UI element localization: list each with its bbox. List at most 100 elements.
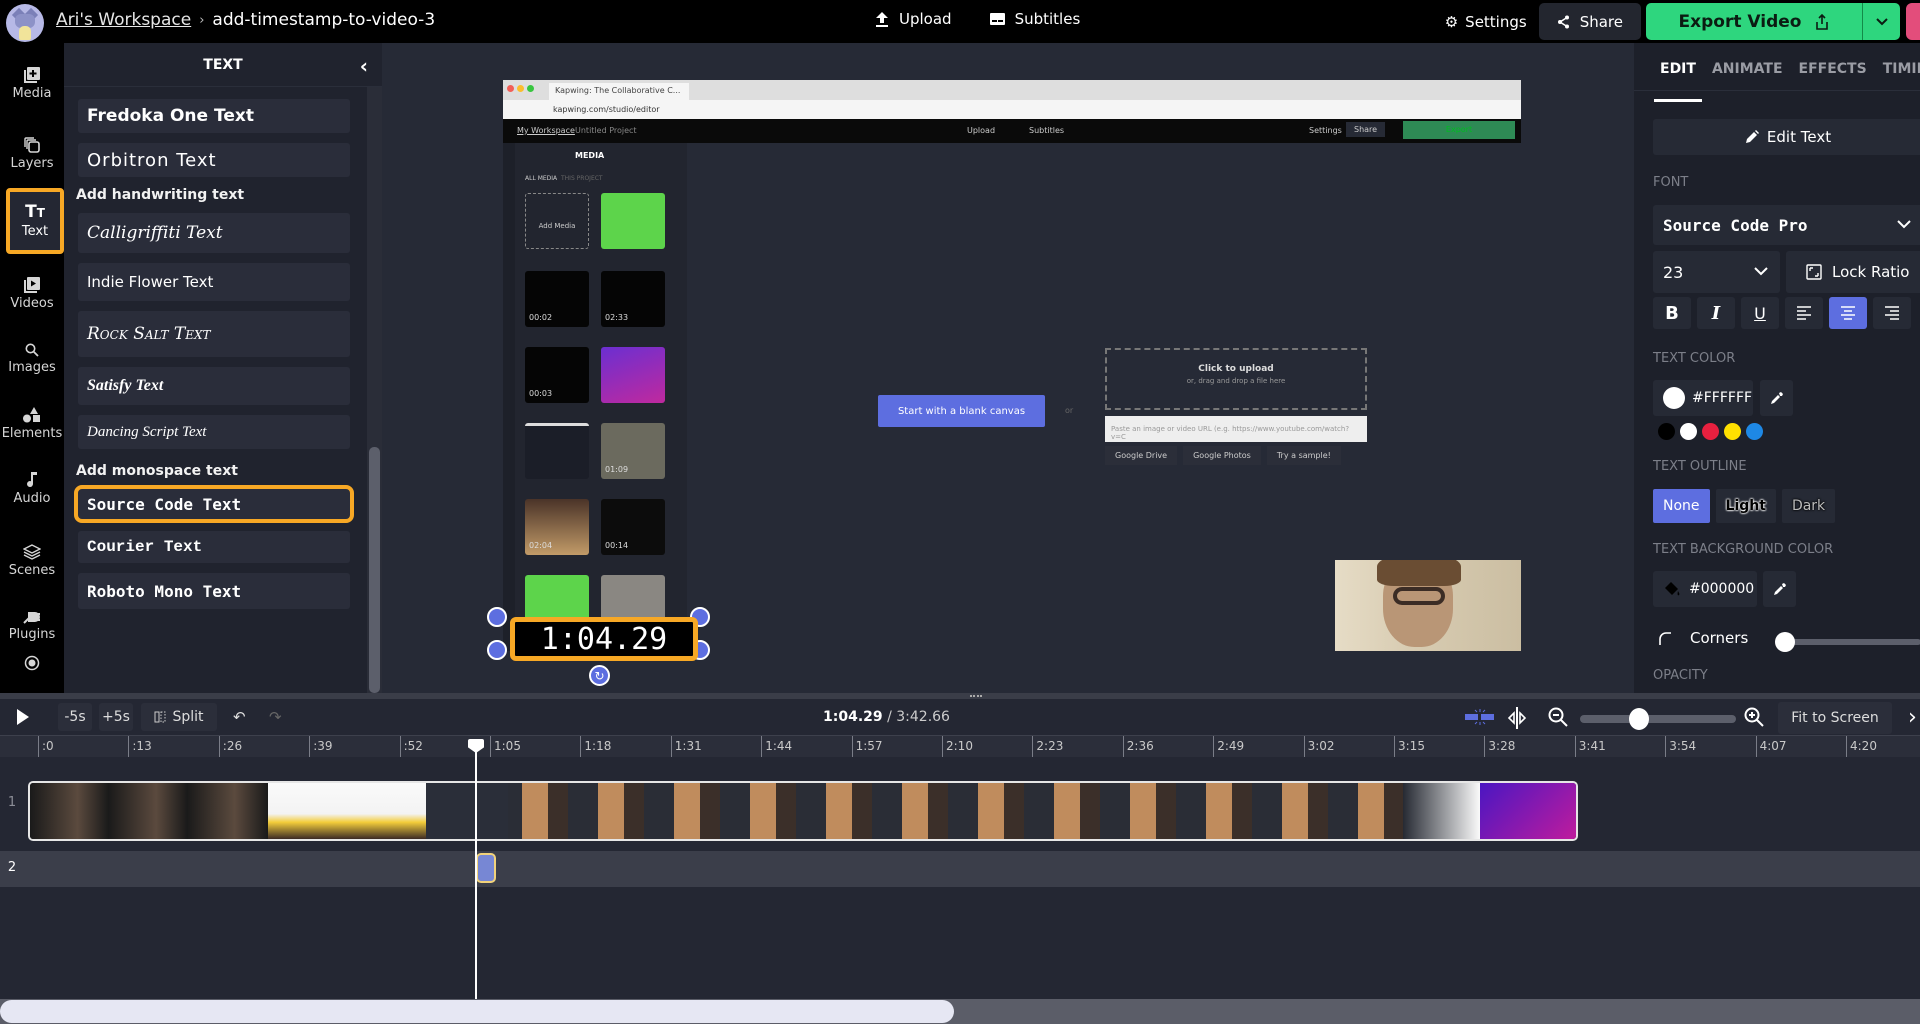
text-bg-color-picker[interactable]: #000000 <box>1653 571 1757 607</box>
italic-button[interactable]: I <box>1697 297 1735 329</box>
forward-5s-button[interactable]: +5s <box>99 703 133 731</box>
redo-icon[interactable]: ↷ <box>269 708 282 726</box>
tab-effects[interactable]: EFFECTS <box>1799 61 1867 90</box>
undo-icon[interactable]: ↶ <box>233 708 246 726</box>
font-option-dancing-script[interactable]: Dancing Script Text <box>78 415 350 449</box>
rail-label: Layers <box>10 156 54 171</box>
timeline-scrollbar-thumb[interactable] <box>0 1000 954 1023</box>
timeline-zoom-knob[interactable] <box>1629 708 1650 730</box>
edit-text-button[interactable]: Edit Text <box>1653 119 1920 155</box>
font-option-indie-flower[interactable]: Indie Flower Text <box>78 263 350 301</box>
export-video-button[interactable]: Export Video <box>1646 3 1862 40</box>
tab-timing[interactable]: TIMIN <box>1883 61 1920 90</box>
subtitles-button[interactable]: Subtitles <box>989 10 1080 28</box>
video-icon <box>24 277 40 293</box>
panel-scrollbar-thumb[interactable] <box>369 447 380 693</box>
upload-button[interactable]: Upload <box>875 10 952 28</box>
swatch-black[interactable] <box>1658 423 1675 440</box>
font-option-orbitron[interactable]: Orbitron Text <box>78 143 350 177</box>
align-center-button[interactable] <box>1829 297 1867 329</box>
font-option-fredoka[interactable]: Fredoka One Text <box>78 99 350 133</box>
swatch-blue[interactable] <box>1746 423 1763 440</box>
play-button[interactable] <box>16 708 30 730</box>
fit-to-screen-button[interactable]: Fit to Screen <box>1778 702 1892 734</box>
rail-item-scenes[interactable]: Scenes <box>0 530 64 592</box>
rail-item-record[interactable] <box>0 655 64 695</box>
outline-none-button[interactable]: None <box>1653 489 1710 523</box>
font-option-courier[interactable]: Courier Text <box>78 531 350 563</box>
timestamp-text-clip[interactable] <box>476 853 496 883</box>
timeline-ruler[interactable]: :0:13:26:39:52 1:05 1:18 1:31 1:44 1:57 2:10 2:… <box>0 735 1920 758</box>
tab-edit[interactable]: EDIT <box>1654 61 1702 102</box>
bold-button[interactable]: B <box>1653 297 1691 329</box>
resize-handle-bottom-left[interactable] <box>487 640 507 660</box>
rail-label: Scenes <box>8 563 56 578</box>
recorded-thumb: 02:04 <box>525 499 589 555</box>
rotate-handle-icon[interactable]: ↻ <box>589 665 610 686</box>
corners-slider[interactable] <box>1775 632 1920 652</box>
align-left-button[interactable] <box>1785 297 1823 329</box>
video-clip[interactable] <box>28 781 1578 841</box>
underline-button[interactable]: U <box>1741 297 1779 329</box>
swatch-yellow[interactable] <box>1724 423 1741 440</box>
ruler-tick: 3:15 <box>1394 736 1425 758</box>
split-view-icon[interactable] <box>1505 706 1529 734</box>
lock-ratio-button[interactable]: Lock Ratio <box>1786 251 1920 293</box>
recorded-panel-title: MEDIA <box>575 151 605 160</box>
text-panel: TEXT ‹ Fredoka One Text Orbitron Text Ad… <box>64 43 382 693</box>
zoom-in-icon[interactable] <box>1744 707 1764 731</box>
rail-item-videos[interactable]: Videos <box>0 263 64 325</box>
font-option-calligriffiti[interactable]: Calligriffiti Text <box>78 213 350 253</box>
tab-animate[interactable]: ANIMATE <box>1712 61 1783 90</box>
timestamp-text-layer[interactable]: 1:04.29 <box>510 617 698 661</box>
zoom-out-icon[interactable] <box>1548 707 1568 731</box>
corners-slider-knob[interactable] <box>1775 632 1795 652</box>
rail-item-images[interactable]: Images <box>0 328 64 390</box>
split-button[interactable]: Split <box>141 703 217 731</box>
font-option-roboto-mono[interactable]: Roboto Mono Text <box>78 573 350 609</box>
align-right-button[interactable] <box>1873 297 1911 329</box>
project-title[interactable]: add-timestamp-to-video-3 <box>212 10 435 30</box>
font-family-select[interactable]: Source Code Pro <box>1653 205 1920 245</box>
export-options-dropdown[interactable] <box>1862 3 1900 40</box>
rail-item-text[interactable]: TT Text <box>6 188 64 254</box>
rail-item-layers[interactable]: Layers <box>0 123 64 185</box>
text-color-picker[interactable]: #FFFFFF <box>1653 380 1753 416</box>
rail-item-plugins[interactable]: Plugins <box>0 595 64 657</box>
font-size-select[interactable]: 23 <box>1653 251 1780 293</box>
rail-label: Audio <box>13 491 51 506</box>
rail-item-elements[interactable]: Elements <box>0 393 64 455</box>
back-5s-button[interactable]: -5s <box>58 703 92 731</box>
user-avatar[interactable] <box>1906 3 1920 40</box>
rail-item-audio[interactable]: Audio <box>0 458 64 520</box>
swatch-red[interactable] <box>1702 423 1719 440</box>
outline-light-button[interactable]: Light <box>1715 489 1776 523</box>
workspace-link[interactable]: Ari's Workspace <box>56 10 191 30</box>
timeline-zoom-slider[interactable] <box>1580 708 1736 730</box>
settings-button[interactable]: ⚙ Settings <box>1445 13 1527 31</box>
font-value: Source Code Pro <box>1663 215 1808 235</box>
font-option-source-code[interactable]: Source Code Text <box>74 485 354 523</box>
text-color-eyedropper[interactable] <box>1760 380 1793 416</box>
magnet-snap-icon[interactable] <box>1465 709 1495 729</box>
recorded-share: Share <box>1346 122 1386 137</box>
outline-dark-button[interactable]: Dark <box>1781 489 1836 523</box>
video-preview[interactable]: Kapwing: The Collaborative C... kapwing.… <box>503 80 1521 651</box>
ruler-tick: 4:20 <box>1846 736 1877 758</box>
record-icon <box>24 655 40 671</box>
font-option-rock-salt[interactable]: Rock Salt Text <box>78 311 350 357</box>
panel-scrollbar[interactable] <box>367 87 382 693</box>
font-option-satisfy[interactable]: Satisfy Text <box>78 367 350 405</box>
ruler-tick: :39 <box>309 736 333 758</box>
swatch-white[interactable] <box>1680 423 1697 440</box>
bg-color-eyedropper[interactable] <box>1763 571 1796 607</box>
recorded-google-drive: Google Drive <box>1105 446 1178 465</box>
resize-handle-top-left[interactable] <box>487 607 507 627</box>
timeline-horizontal-scrollbar[interactable] <box>0 999 1920 1024</box>
workspace-avatar[interactable] <box>6 4 44 42</box>
close-timeline-icon[interactable]: › <box>1908 705 1917 730</box>
share-button[interactable]: Share <box>1538 3 1641 40</box>
collapse-panel-icon[interactable]: ‹ <box>360 54 368 78</box>
corners-control: Corners <box>1658 629 1748 647</box>
rail-item-media[interactable]: Media <box>0 53 64 115</box>
